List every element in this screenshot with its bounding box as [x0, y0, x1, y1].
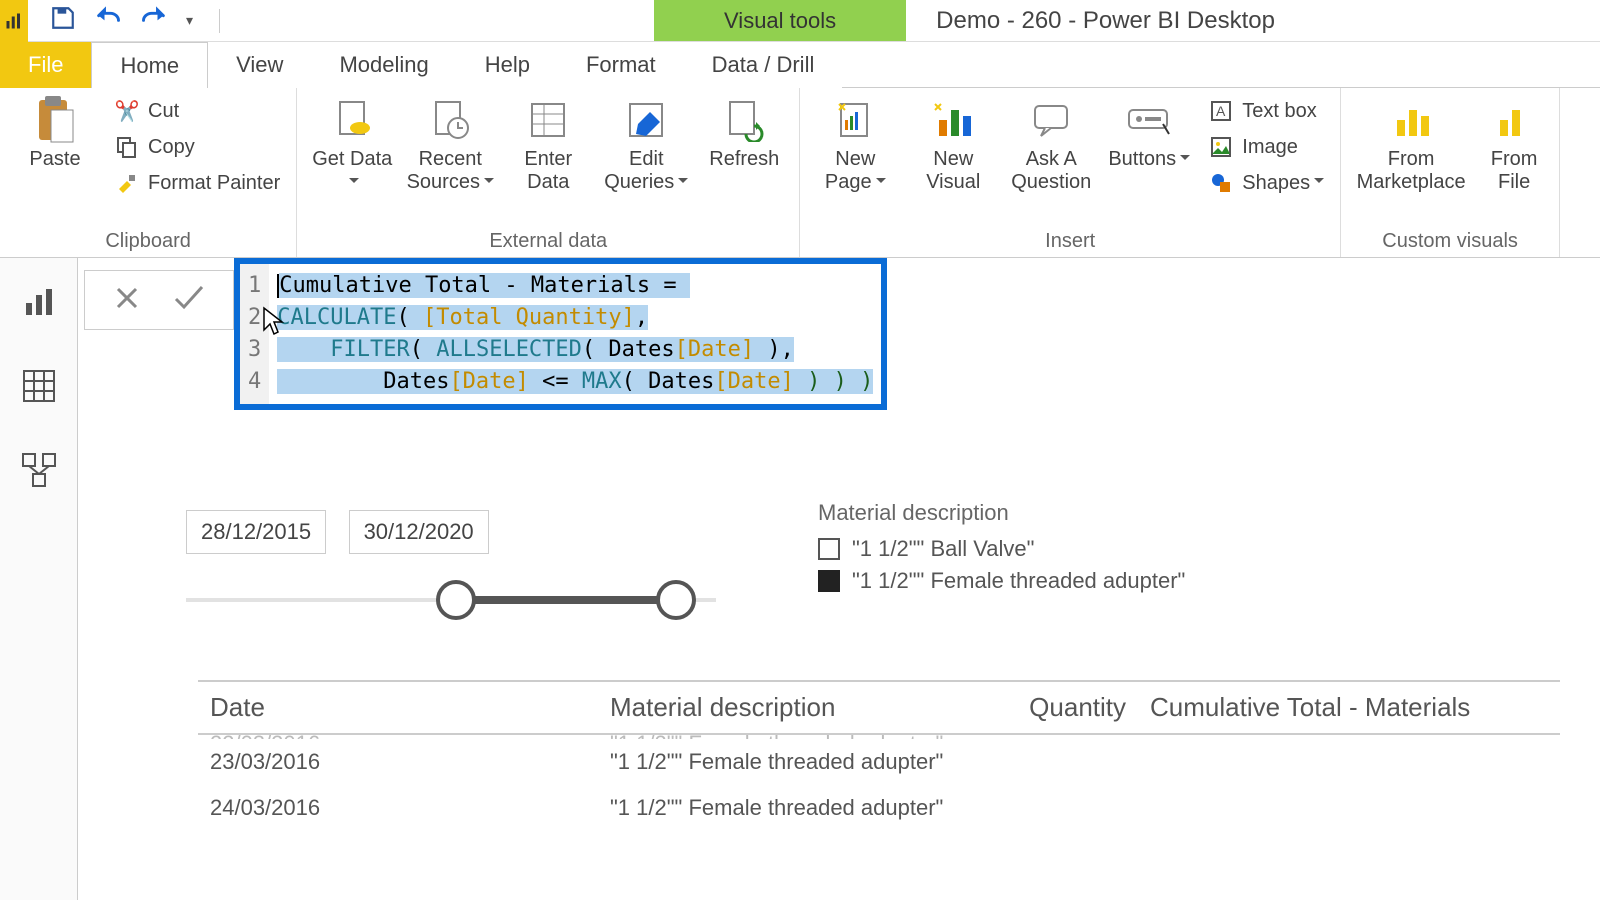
tab-view[interactable]: View: [208, 42, 311, 88]
material-slicer[interactable]: Material description "1 1/2"" Ball Valve…: [818, 500, 1185, 600]
copy-icon: [114, 134, 140, 160]
quick-access-toolbar: ▾: [28, 0, 234, 41]
view-rail: [0, 258, 78, 900]
slicer-end-date[interactable]: 30/12/2020: [349, 510, 489, 554]
formula-cancel-icon[interactable]: [112, 283, 142, 318]
shapes-icon: [1208, 170, 1234, 196]
save-icon[interactable]: [50, 5, 76, 36]
slider-handle-start[interactable]: [436, 580, 476, 620]
redo-icon[interactable]: [140, 4, 168, 37]
get-data-button[interactable]: Get Data: [307, 92, 397, 194]
tab-format[interactable]: Format: [558, 42, 684, 88]
slicer-start-date[interactable]: 28/12/2015: [186, 510, 326, 554]
slicer-item[interactable]: "1 1/2"" Ball Valve": [818, 536, 1185, 562]
enter-data-button[interactable]: Enter Data: [503, 92, 593, 194]
checkbox-icon: [818, 570, 840, 592]
buttons-button[interactable]: Buttons: [1104, 92, 1194, 171]
paintbrush-icon: [114, 170, 140, 196]
undo-icon[interactable]: [94, 4, 122, 37]
report-canvas: 28/12/2015 30/12/2020 Material descripti…: [78, 430, 1600, 900]
from-file-button[interactable]: From File: [1479, 92, 1549, 194]
contextual-tab-label: Visual tools: [654, 0, 906, 41]
model-view-icon[interactable]: [19, 450, 59, 490]
group-clipboard: Paste ✂️Cut Copy Format Painter Clipboar…: [0, 88, 297, 257]
data-view-icon[interactable]: [19, 366, 59, 406]
formula-commit-icon[interactable]: [172, 283, 206, 318]
svg-text:A: A: [1216, 103, 1226, 119]
format-painter-button[interactable]: Format Painter: [108, 168, 286, 198]
title-bar: ▾ Visual tools Demo - 260 - Power BI Des…: [0, 0, 1600, 42]
table-row: 24/03/2016"1 1/2"" Female threaded adupt…: [198, 785, 1560, 831]
date-slicer[interactable]: 28/12/2015 30/12/2020: [186, 510, 716, 620]
tab-home[interactable]: Home: [91, 42, 208, 88]
tab-datadrill[interactable]: Data / Drill: [684, 42, 843, 88]
formula-editor[interactable]: 1234 Cumulative Total - Materials = CALC…: [240, 264, 881, 404]
table-row: 22/03/2016"1 1/2"" Female threaded adupt…: [198, 721, 1560, 739]
textbox-icon: A: [1208, 98, 1234, 124]
table-row: 23/03/2016"1 1/2"" Female threaded adupt…: [198, 739, 1560, 785]
shapes-button[interactable]: Shapes: [1202, 168, 1330, 198]
ribbon-tabs: File Home View Modeling Help Format Data…: [0, 42, 1600, 88]
new-page-button[interactable]: New Page: [810, 92, 900, 194]
ribbon: Paste ✂️Cut Copy Format Painter Clipboar…: [0, 88, 1600, 258]
copy-button[interactable]: Copy: [108, 132, 286, 162]
group-custom-visuals: From Marketplace From File Custom visual…: [1341, 88, 1560, 257]
tab-modeling[interactable]: Modeling: [311, 42, 456, 88]
image-icon: [1208, 134, 1234, 160]
from-marketplace-button[interactable]: From Marketplace: [1351, 92, 1471, 194]
line-gutter: 1234: [240, 264, 269, 404]
group-external-data: Get Data Recent Sources Enter Data Edit …: [297, 88, 800, 257]
paste-button[interactable]: Paste: [10, 92, 100, 171]
qat-dropdown-icon[interactable]: ▾: [186, 12, 193, 29]
group-insert: New Page New Visual Ask A Question Butto…: [800, 88, 1341, 257]
ask-question-button[interactable]: Ask A Question: [1006, 92, 1096, 194]
slider-handle-end[interactable]: [656, 580, 696, 620]
app-icon: [0, 0, 28, 42]
new-visual-button[interactable]: New Visual: [908, 92, 998, 194]
tab-help[interactable]: Help: [457, 42, 558, 88]
slicer-item[interactable]: "1 1/2"" Female threaded adupter": [818, 568, 1185, 594]
formula-bar: 1234 Cumulative Total - Materials = CALC…: [78, 258, 1600, 410]
data-table[interactable]: Date Material description Quantity Cumul…: [198, 680, 1560, 831]
window-title: Demo - 260 - Power BI Desktop: [906, 0, 1600, 41]
image-button[interactable]: Image: [1202, 132, 1330, 162]
recent-sources-button[interactable]: Recent Sources: [405, 92, 495, 194]
checkbox-icon: [818, 538, 840, 560]
slicer-slider[interactable]: [186, 580, 716, 620]
report-view-icon[interactable]: [19, 282, 59, 322]
refresh-button[interactable]: Refresh: [699, 92, 789, 171]
textbox-button[interactable]: AText box: [1202, 96, 1330, 126]
tab-file[interactable]: File: [0, 42, 91, 88]
cut-button[interactable]: ✂️Cut: [108, 96, 286, 126]
scissors-icon: ✂️: [114, 98, 140, 124]
edit-queries-button[interactable]: Edit Queries: [601, 92, 691, 194]
formula-controls: [84, 270, 234, 330]
